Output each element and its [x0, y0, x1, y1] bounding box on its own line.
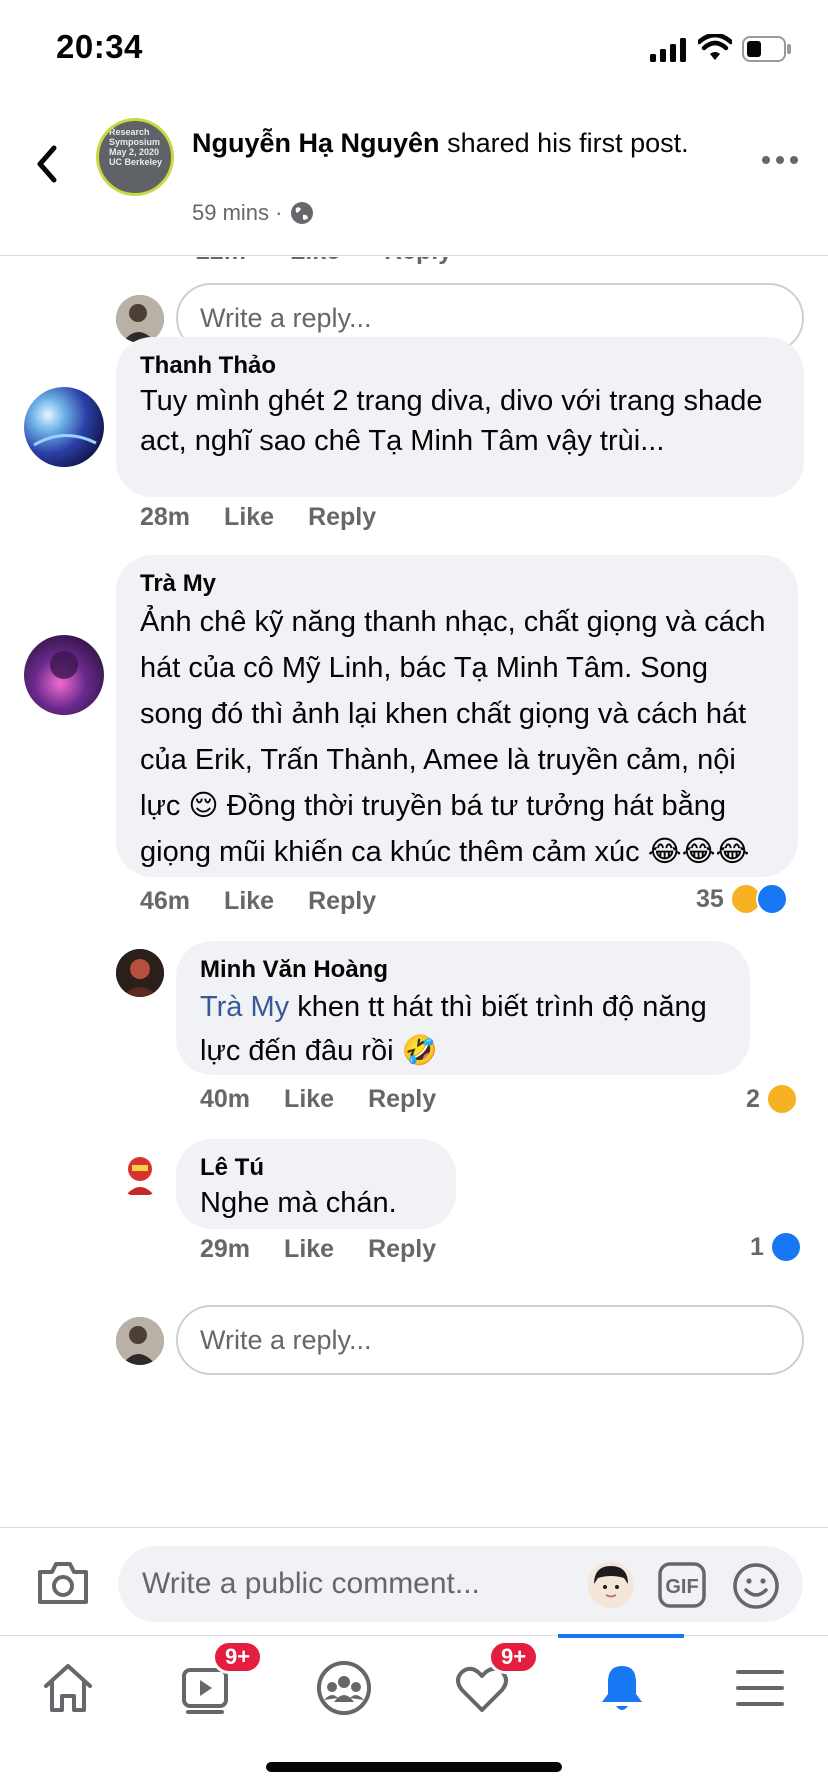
groups-icon[interactable]	[314, 1658, 374, 1718]
comment-actions: 28m Like Reply	[140, 503, 376, 532]
comments-feed: 22m Like Reply Write a reply...	[0, 257, 828, 1527]
reply-author[interactable]: Lê Tú	[200, 1153, 432, 1183]
cartoon-avatar-icon	[116, 1149, 164, 1197]
gif-label: GIF	[665, 1576, 698, 1598]
reply-bubble[interactable]: Minh Văn Hoàng Trà My khen tt hát thì bi…	[176, 941, 750, 1075]
reply-link[interactable]: Reply	[368, 1235, 436, 1264]
haha-reaction-icon	[765, 1083, 798, 1115]
reaction-summary[interactable]: 1	[750, 1231, 802, 1263]
comment-author[interactable]: Trà My	[140, 569, 774, 599]
home-indicator	[266, 1762, 562, 1772]
menu-icon[interactable]	[730, 1658, 790, 1718]
reply-text: Nghe mà chán.	[200, 1187, 397, 1219]
comment-text: Tuy mình ghét 2 trang diva, divo với tra…	[140, 385, 763, 457]
reply-link[interactable]: Reply	[368, 1085, 436, 1114]
replier-avatar-minh-van-hoang[interactable]	[116, 949, 164, 997]
post-author-name[interactable]: Nguyễn Hạ Nguyên	[192, 128, 440, 158]
cellular-signal-icon	[650, 38, 686, 62]
bottom-navigation: 9+ 9+	[0, 1634, 828, 1792]
notifications-bell-icon[interactable]	[592, 1658, 652, 1718]
reply-actions: 29m Like Reply	[200, 1235, 436, 1264]
avatar-line: UC Berkeley	[109, 157, 163, 167]
emoji-icon[interactable]	[732, 1562, 780, 1610]
active-tab-indicator	[558, 1634, 684, 1638]
reply-link[interactable]: Reply	[308, 503, 376, 532]
reply-bubble[interactable]: Lê Tú Nghe mà chán.	[176, 1139, 456, 1229]
like-link[interactable]: Like	[290, 257, 340, 266]
watch-notification-badge: 9+	[212, 1640, 264, 1674]
like-link[interactable]: Like	[284, 1235, 334, 1264]
reaction-count: 1	[750, 1232, 764, 1261]
wifi-icon	[698, 34, 732, 60]
mention-link[interactable]: Trà My	[200, 991, 289, 1023]
avatar-sticker-icon[interactable]	[588, 1562, 634, 1608]
reply-link[interactable]: Reply	[308, 887, 376, 916]
reply-author[interactable]: Minh Văn Hoàng	[200, 955, 726, 985]
comment-author[interactable]: Thanh Thảo	[140, 351, 780, 381]
like-link[interactable]: Like	[224, 503, 274, 532]
battery-icon	[742, 36, 791, 62]
user-avatar[interactable]	[116, 295, 164, 343]
comment-placeholder: Write a public comment...	[142, 1567, 480, 1600]
post-title-suffix: shared his first post.	[447, 128, 689, 158]
avatar-line: May 2, 2020	[109, 147, 160, 157]
gif-icon[interactable]: GIF	[658, 1562, 706, 1608]
commenter-avatar-tra-my[interactable]	[24, 635, 104, 715]
avatar-photo-icon	[116, 295, 164, 343]
comment-text: Ảnh chê kỹ năng thanh nhạc, chất giọng v…	[140, 606, 766, 868]
reaction-summary[interactable]: 2	[746, 1083, 798, 1115]
reaction-count: 2	[746, 1084, 760, 1113]
like-reaction-icon	[755, 883, 788, 915]
reply-time: 40m	[200, 1085, 251, 1113]
reaction-count: 35	[696, 884, 724, 913]
avatar-line: Symposium	[109, 137, 161, 147]
status-bar: 20:34	[0, 0, 828, 100]
avatar-photo-icon	[116, 1317, 164, 1365]
reply-link[interactable]: Reply	[384, 257, 452, 266]
post-title: Nguyễn Hạ Nguyên shared his first post.	[192, 126, 712, 160]
dating-notification-badge: 9+	[488, 1640, 540, 1674]
comment-bubble[interactable]: Trà My Ảnh chê kỹ năng thanh nhạc, chất …	[116, 555, 798, 877]
avatar-poster-text: Research Symposium May 2, 2020 UC Berkel…	[109, 127, 162, 167]
comment-time: 22m	[196, 257, 246, 266]
like-link[interactable]: Like	[284, 1085, 334, 1114]
globe-icon	[291, 202, 314, 224]
write-reply-input[interactable]: Write a reply...	[176, 1305, 804, 1375]
previous-comment-actions: 22m Like Reply	[196, 257, 452, 266]
comment-bubble[interactable]: Thanh Thảo Tuy mình ghét 2 trang diva, d…	[116, 337, 804, 497]
avatar-face-icon	[588, 1562, 634, 1608]
galaxy-avatar-icon	[24, 387, 104, 467]
replier-avatar-le-tu[interactable]	[116, 1149, 164, 1197]
avatar-photo-icon	[116, 949, 164, 997]
like-reaction-icon	[769, 1231, 802, 1263]
reply-time: 29m	[200, 1235, 251, 1263]
post-author-avatar[interactable]: Research Symposium May 2, 2020 UC Berkel…	[96, 118, 174, 196]
commenter-avatar-thanh-thao[interactable]	[24, 387, 104, 467]
camera-icon[interactable]	[36, 1558, 90, 1606]
reply-placeholder: Write a reply...	[200, 302, 372, 333]
back-arrow-icon[interactable]	[30, 142, 66, 186]
comment-composer: Write a public comment... GIF	[0, 1527, 828, 1635]
home-icon[interactable]	[38, 1658, 98, 1718]
user-avatar[interactable]	[116, 1317, 164, 1365]
comment-time: 28m	[140, 503, 191, 531]
more-options-icon[interactable]	[760, 152, 800, 168]
reply-actions: 40m Like Reply	[200, 1085, 436, 1114]
status-time: 20:34	[56, 28, 143, 65]
post-time: 59 mins ·	[192, 200, 283, 225]
galaxy-avatar-icon	[24, 635, 104, 715]
post-meta: 59 mins ·	[192, 200, 314, 226]
reaction-summary[interactable]: 35	[696, 883, 788, 915]
reply-placeholder: Write a reply...	[200, 1324, 372, 1355]
comment-time: 46m	[140, 887, 191, 915]
post-header: Research Symposium May 2, 2020 UC Berkel…	[0, 100, 828, 256]
reply-text: Trà My khen tt hát thì biết trình độ năn…	[200, 985, 726, 1073]
like-link[interactable]: Like	[224, 887, 274, 916]
avatar-line: Research	[109, 127, 150, 137]
comment-actions: 46m Like Reply	[140, 887, 376, 916]
